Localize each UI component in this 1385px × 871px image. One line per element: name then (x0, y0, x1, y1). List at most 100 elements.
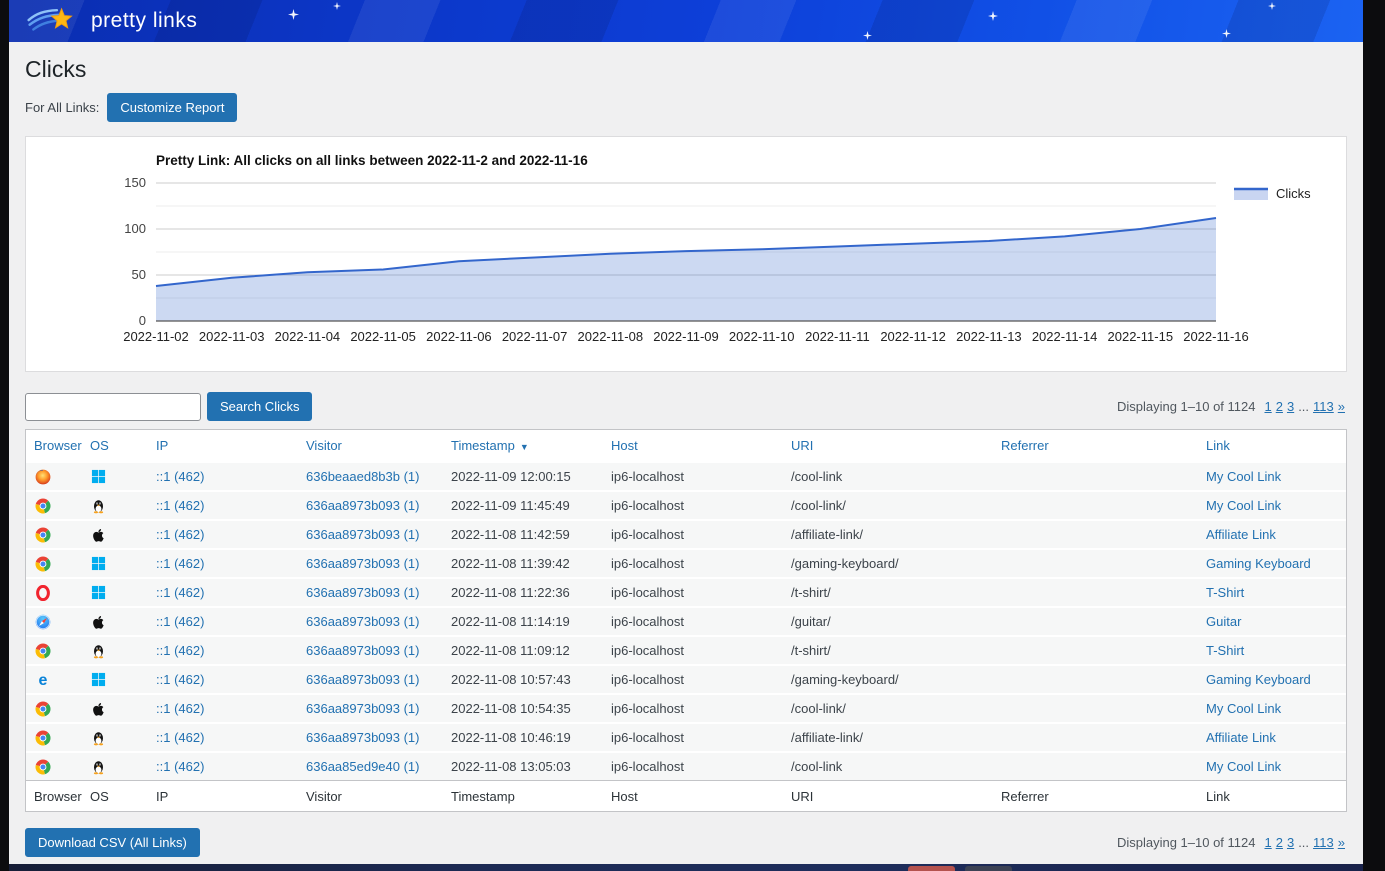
column-header-browser[interactable]: Browser (34, 438, 90, 453)
table-row: ::1 (462)636aa8973b093 (1)2022-11-08 11:… (26, 519, 1346, 548)
svg-text:e: e (38, 672, 47, 688)
chrome-icon (34, 497, 51, 514)
next-page-link[interactable]: » (1338, 399, 1345, 414)
visitor-link[interactable]: 636aa85ed9e40 (1) (306, 759, 451, 774)
page-2-link[interactable]: 2 (1276, 835, 1283, 850)
footer-column-host: Host (611, 789, 791, 804)
page-1-link[interactable]: 1 (1264, 835, 1271, 850)
timestamp-cell: 2022-11-08 13:05:03 (451, 759, 611, 774)
apple-icon (90, 526, 107, 543)
column-header-host[interactable]: Host (611, 438, 791, 453)
host-cell: ip6-localhost (611, 614, 791, 629)
visitor-link[interactable]: 636aa8973b093 (1) (306, 527, 451, 542)
column-header-os[interactable]: OS (90, 438, 156, 453)
search-input[interactable] (25, 393, 201, 421)
ip-link[interactable]: ::1 (462) (156, 701, 306, 716)
visitor-link[interactable]: 636aa8973b093 (1) (306, 556, 451, 571)
visitor-link[interactable]: 636beaaed8b3b (1) (306, 469, 451, 484)
host-cell: ip6-localhost (611, 527, 791, 542)
ip-link[interactable]: ::1 (462) (156, 556, 306, 571)
ip-link[interactable]: ::1 (462) (156, 527, 306, 542)
pretty-link-name-link[interactable]: Affiliate Link (1206, 730, 1346, 745)
pretty-link-name-link[interactable]: My Cool Link (1206, 498, 1346, 513)
pretty-link-name-link[interactable]: Gaming Keyboard (1206, 556, 1346, 571)
svg-text:2022-11-07: 2022-11-07 (502, 329, 568, 344)
visitor-link[interactable]: 636aa8973b093 (1) (306, 614, 451, 629)
page-links: 123...113» (1262, 399, 1347, 414)
svg-text:2022-11-15: 2022-11-15 (1108, 329, 1174, 344)
linux-icon (90, 729, 107, 746)
uri-cell: /gaming-keyboard/ (791, 556, 1001, 571)
chrome-icon (34, 642, 51, 659)
ip-link[interactable]: ::1 (462) (156, 585, 306, 600)
column-header-referrer[interactable]: Referrer (1001, 438, 1206, 453)
table-row: ::1 (462)636aa8973b093 (1)2022-11-08 11:… (26, 577, 1346, 606)
uri-cell: /guitar/ (791, 614, 1001, 629)
page-3-link[interactable]: 3 (1287, 399, 1294, 414)
visitor-link[interactable]: 636aa8973b093 (1) (306, 498, 451, 513)
svg-text:Pretty Link: All clicks on all: Pretty Link: All clicks on all links bet… (156, 153, 588, 168)
chrome-icon (34, 729, 51, 746)
visitor-link[interactable]: 636aa8973b093 (1) (306, 643, 451, 658)
ip-link[interactable]: ::1 (462) (156, 469, 306, 484)
svg-text:0: 0 (139, 313, 146, 328)
column-header-visitor[interactable]: Visitor (306, 438, 451, 453)
displaying-text: Displaying 1–10 of 1124 (1117, 399, 1256, 414)
page-3-link[interactable]: 3 (1287, 835, 1294, 850)
ip-link[interactable]: ::1 (462) (156, 643, 306, 658)
page-ellipsis: ... (1298, 835, 1309, 850)
pretty-link-name-link[interactable]: T-Shirt (1206, 643, 1346, 658)
svg-text:2022-11-02: 2022-11-02 (123, 329, 189, 344)
uri-cell: /cool-link (791, 469, 1001, 484)
download-csv-button[interactable]: Download CSV (All Links) (25, 828, 200, 857)
visitor-link[interactable]: 636aa8973b093 (1) (306, 701, 451, 716)
column-header-uri[interactable]: URI (791, 438, 1001, 453)
pagination-bottom: Displaying 1–10 of 1124 123... 113 » (1117, 835, 1347, 850)
logo-text: pretty links (91, 9, 197, 33)
svg-text:2022-11-16: 2022-11-16 (1183, 329, 1249, 344)
apple-icon (90, 700, 107, 717)
page-113-link[interactable]: 113 (1313, 399, 1334, 414)
app-window: pretty links Clicks For All Links: Custo… (9, 0, 1363, 864)
displaying-text: Displaying 1–10 of 1124 (1117, 835, 1256, 850)
visitor-link[interactable]: 636aa8973b093 (1) (306, 730, 451, 745)
sparkle-icon (863, 31, 872, 40)
pretty-link-name-link[interactable]: My Cool Link (1206, 469, 1346, 484)
column-header-link[interactable]: Link (1206, 438, 1346, 453)
search-clicks-button[interactable]: Search Clicks (207, 392, 312, 421)
table-row: ::1 (462)636aa8973b093 (1)2022-11-09 11:… (26, 490, 1346, 519)
edge-icon: e (34, 671, 51, 688)
uri-cell: /t-shirt/ (791, 643, 1001, 658)
pretty-link-name-link[interactable]: My Cool Link (1206, 759, 1346, 774)
pretty-link-name-link[interactable]: Gaming Keyboard (1206, 672, 1346, 687)
pretty-link-name-link[interactable]: T-Shirt (1206, 585, 1346, 600)
ip-link[interactable]: ::1 (462) (156, 498, 306, 513)
ip-link[interactable]: ::1 (462) (156, 730, 306, 745)
page-1-link[interactable]: 1 (1264, 399, 1271, 414)
ip-link[interactable]: ::1 (462) (156, 614, 306, 629)
windows-icon (90, 555, 107, 572)
sparkle-icon (1222, 29, 1231, 38)
page-113-link[interactable]: 113 (1313, 835, 1334, 850)
visitor-link[interactable]: 636aa8973b093 (1) (306, 672, 451, 687)
svg-text:2022-11-14: 2022-11-14 (1032, 329, 1098, 344)
linux-icon (90, 642, 107, 659)
next-page-link[interactable]: » (1338, 835, 1345, 850)
visitor-link[interactable]: 636aa8973b093 (1) (306, 585, 451, 600)
pretty-link-name-link[interactable]: My Cool Link (1206, 701, 1346, 716)
svg-text:2022-11-10: 2022-11-10 (729, 329, 795, 344)
svg-text:2022-11-09: 2022-11-09 (653, 329, 719, 344)
footer-column-link: Link (1206, 789, 1346, 804)
ip-link[interactable]: ::1 (462) (156, 759, 306, 774)
topbar: pretty links (9, 0, 1363, 42)
pretty-link-name-link[interactable]: Affiliate Link (1206, 527, 1346, 542)
column-header-ip[interactable]: IP (156, 438, 306, 453)
host-cell: ip6-localhost (611, 498, 791, 513)
pretty-link-name-link[interactable]: Guitar (1206, 614, 1346, 629)
svg-text:2022-11-12: 2022-11-12 (880, 329, 946, 344)
customize-report-button[interactable]: Customize Report (107, 93, 237, 122)
column-header-timestamp[interactable]: Timestamp▼ (451, 438, 611, 453)
page-2-link[interactable]: 2 (1276, 399, 1283, 414)
ip-link[interactable]: ::1 (462) (156, 672, 306, 687)
host-cell: ip6-localhost (611, 643, 791, 658)
